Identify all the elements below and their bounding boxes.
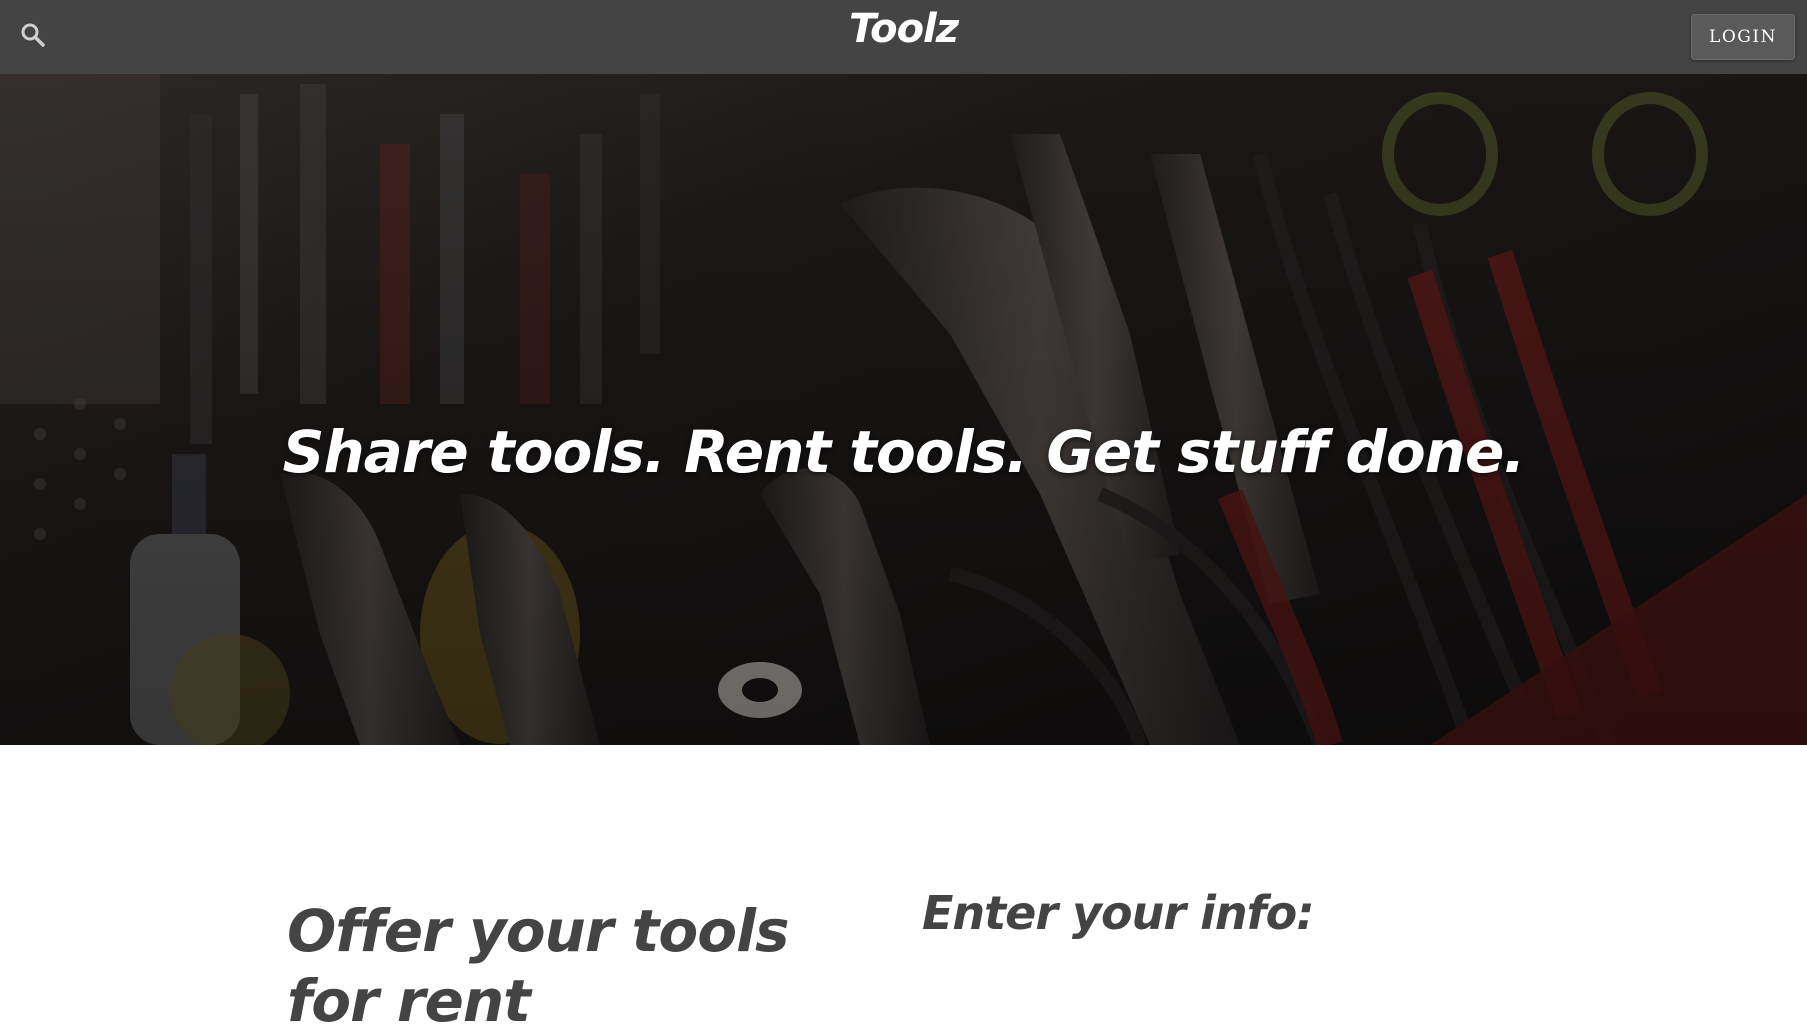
offer-tools-heading: Offer your tools for rent xyxy=(287,897,789,1036)
search-icon xyxy=(21,23,45,47)
brand-logo[interactable]: Toolz xyxy=(0,6,1807,52)
search-button[interactable] xyxy=(18,20,48,50)
enter-info-heading: Enter your info: xyxy=(922,886,1315,941)
hero-background-image xyxy=(0,74,1807,745)
top-navbar: Toolz LOGIN xyxy=(0,0,1807,74)
login-button[interactable]: LOGIN xyxy=(1691,14,1795,60)
hero-banner: Share tools. Rent tools. Get stuff done. xyxy=(0,74,1807,745)
hero-headline: Share tools. Rent tools. Get stuff done. xyxy=(282,417,1526,486)
